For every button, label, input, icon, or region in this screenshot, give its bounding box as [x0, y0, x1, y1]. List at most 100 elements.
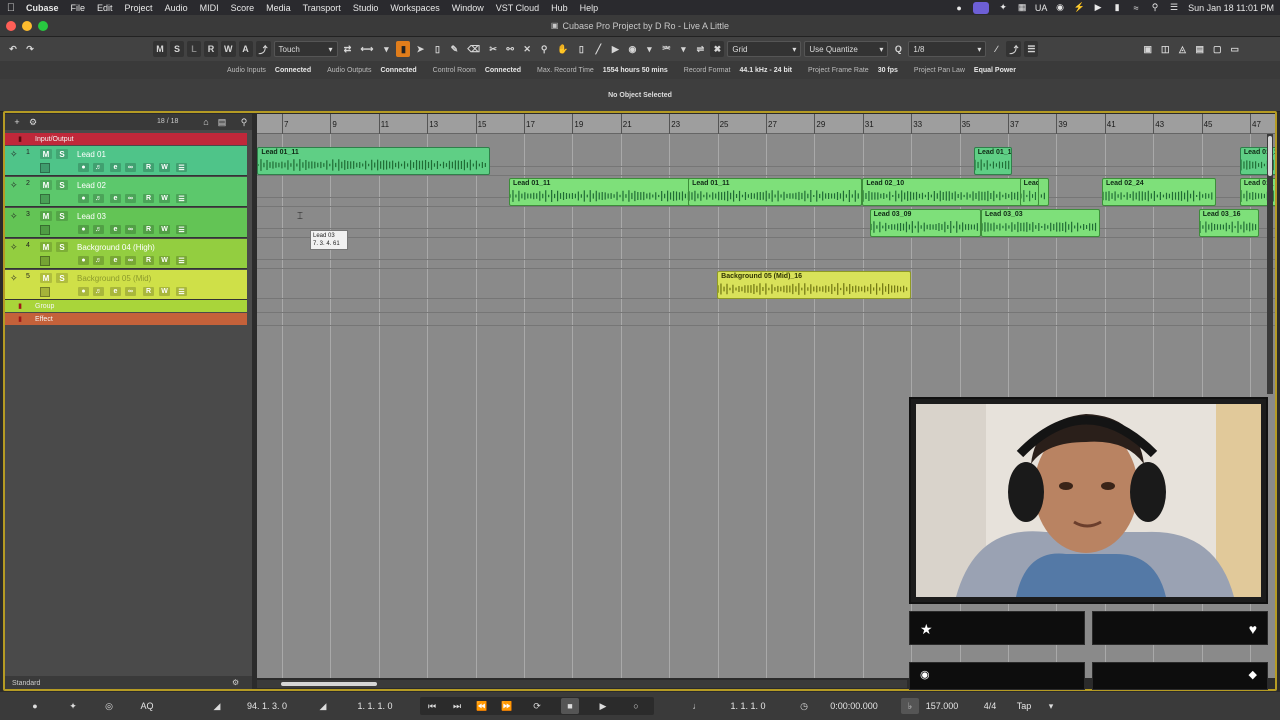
audio-event[interactable]: Lead 01_11 [688, 178, 863, 206]
edit-channel-icon[interactable]: e [110, 256, 121, 265]
track-color-box[interactable] [40, 194, 50, 204]
track-name[interactable]: Lead 02 [77, 181, 106, 190]
folder-group[interactable]: ▮ Group [5, 300, 247, 312]
vertical-scrollbar[interactable] [1267, 134, 1273, 394]
record-enable-icon[interactable]: ● [78, 256, 89, 265]
audio-event[interactable]: Lead 03_03 [980, 209, 1100, 237]
tap-tempo-button[interactable]: Tap [1010, 697, 1038, 715]
comp-tool-icon[interactable]: ▯ [574, 41, 588, 57]
timeline-ruler[interactable]: 7 9 11 13 15 17 19 21 23 25 27 29 31 33 35 37 39 41 43 45 47 [257, 114, 1275, 134]
layout-window-icon[interactable]: ▣ [1140, 41, 1155, 57]
tempo-display[interactable]: 157.000 [920, 697, 964, 715]
edit-channel-icon[interactable]: e [110, 163, 121, 172]
menu-score[interactable]: Score [227, 3, 263, 13]
read-automation-button[interactable]: R [143, 225, 154, 234]
horizontal-scrollbar[interactable] [257, 680, 907, 688]
track-name[interactable]: Lead 03 [77, 212, 106, 221]
forward-icon[interactable]: ⏩ [498, 698, 516, 714]
menu-hub[interactable]: Hub [547, 3, 576, 13]
edit-channel-icon[interactable]: e [110, 287, 121, 296]
solo-button[interactable]: S [56, 211, 68, 221]
link-icon[interactable]: ∞ [125, 163, 136, 172]
quantize-mode-select[interactable]: Use Quantize ▾ [804, 41, 889, 57]
control-center-icon[interactable]: ☰ [1169, 2, 1179, 13]
pencil-tool-icon[interactable]: ✎ [447, 41, 461, 57]
autoquantize-options-icon[interactable]: ◎ [100, 698, 118, 714]
eraser-tool-icon[interactable]: ⌫ [464, 41, 483, 57]
mute-tool-icon[interactable]: ✕ [520, 41, 534, 57]
folder-effect[interactable]: ▮ Effect [5, 313, 247, 325]
go-to-end-icon[interactable]: ⏭ [448, 698, 466, 714]
record-enable-icon[interactable]: ● [78, 225, 89, 234]
read-state-button[interactable]: R [204, 41, 218, 57]
apple-icon[interactable]:  [0, 2, 22, 14]
autoquantize-button[interactable]: AQ [136, 697, 158, 715]
ruler-icon[interactable]: ▭ [1228, 41, 1243, 57]
track-list-lines-icon[interactable]: ☰ [176, 225, 187, 234]
write-automation-button[interactable]: W [159, 287, 170, 296]
audio-event[interactable]: Lead 03_09 [869, 209, 981, 237]
object-select-tool-active[interactable]: ▮ [396, 41, 411, 57]
bolt-icon[interactable]: ⚡ [1073, 2, 1084, 13]
menu-studio[interactable]: Studio [349, 3, 387, 13]
menu-edit[interactable]: Edit [93, 3, 121, 13]
play-circle-icon[interactable]: ▶ [1093, 2, 1103, 13]
automation-mode-select[interactable]: Touch ▾ [273, 41, 338, 57]
chevron-down-icon[interactable]: ▾ [676, 41, 690, 57]
menubar-clock[interactable]: Sun Jan 18 11:01 PM [1188, 3, 1274, 13]
undo-icon[interactable]: ↶ [6, 41, 20, 57]
listen-state-button[interactable]: L [187, 41, 201, 57]
minimize-window-button[interactable] [22, 21, 32, 31]
track-header[interactable]: ✧ 5 M S Background 05 (Mid) ● ♬ e ∞ R W ☰ [5, 270, 247, 300]
brave-icon[interactable]: ◉ [1055, 2, 1065, 13]
track-name[interactable]: Lead 01 [77, 150, 106, 159]
track-header[interactable]: ✧ 2 M S Lead 02 ● ♬ e ∞ R W ☰ [5, 177, 247, 207]
monitor-icon[interactable]: ♬ [93, 194, 104, 203]
menu-vst-cloud[interactable]: VST Cloud [492, 3, 547, 13]
color-tool-icon[interactable]: ◉ [625, 41, 639, 57]
quantize-value-select[interactable]: 1/8 ▾ [908, 41, 987, 57]
track-color-box[interactable] [40, 225, 50, 235]
solo-button[interactable]: S [56, 149, 68, 159]
record-icon[interactable]: ○ [627, 698, 645, 714]
record-enable-icon[interactable]: ● [78, 194, 89, 203]
mute-button[interactable]: M [40, 242, 52, 252]
chevron-down-icon[interactable]: ▾ [642, 41, 656, 57]
snap-type-select[interactable]: Grid ▾ [727, 41, 802, 57]
mute-button[interactable]: M [40, 180, 52, 190]
play-tool-icon[interactable]: ▶ [608, 41, 622, 57]
search-icon[interactable]: ⚲ [238, 117, 250, 127]
tempo-track-icon[interactable]: ♭ [901, 698, 919, 714]
track-list-options-icon[interactable]: ▤ [216, 117, 228, 127]
write-automation-button[interactable]: W [159, 225, 170, 234]
go-to-start-icon[interactable]: ⏮ [423, 698, 441, 714]
screen-share-icon[interactable] [973, 1, 990, 14]
snap-toggle-icon[interactable]: ⇌ [693, 41, 707, 57]
mute-state-button[interactable]: M [153, 41, 167, 57]
primary-time-display[interactable]: 1. 1. 1. 0 [706, 697, 790, 715]
menu-transport[interactable]: Transport [299, 3, 349, 13]
right-locator-icon[interactable]: ◢ [314, 698, 332, 714]
write-automation-button[interactable]: W [159, 256, 170, 265]
iterative-quantize-icon[interactable]: ∕ [989, 41, 1003, 57]
add-track-icon[interactable]: + [11, 117, 23, 127]
mute-button[interactable]: M [40, 149, 52, 159]
left-locator-display[interactable]: 94. 1. 3. 0 [224, 697, 310, 715]
automation-mode-icon[interactable]: ⤴ [255, 41, 271, 57]
menu-file[interactable]: File [67, 3, 94, 13]
play-icon[interactable]: ▶ [594, 698, 612, 714]
menu-media[interactable]: Media [262, 3, 299, 13]
audio-event[interactable]: Lead 01_11 [509, 178, 696, 206]
time-signature-display[interactable]: 4/4 [978, 697, 1002, 715]
sparkle-icon[interactable]: ✦ [998, 2, 1008, 13]
pulse-icon[interactable]: ⎃ [659, 41, 673, 57]
redo-icon[interactable]: ↷ [23, 41, 37, 57]
monitor-icon[interactable]: ♬ [93, 225, 104, 234]
record-enable-icon[interactable]: ● [78, 163, 89, 172]
right-zone-icon[interactable]: ◬ [1176, 41, 1190, 57]
menu-window[interactable]: Window [448, 3, 492, 13]
edit-channel-icon[interactable]: e [110, 194, 121, 203]
chevron-down-icon[interactable]: ▾ [379, 41, 393, 57]
auto-scroll-icon[interactable]: ⇄ [341, 41, 355, 57]
write-state-button[interactable]: W [221, 41, 236, 57]
